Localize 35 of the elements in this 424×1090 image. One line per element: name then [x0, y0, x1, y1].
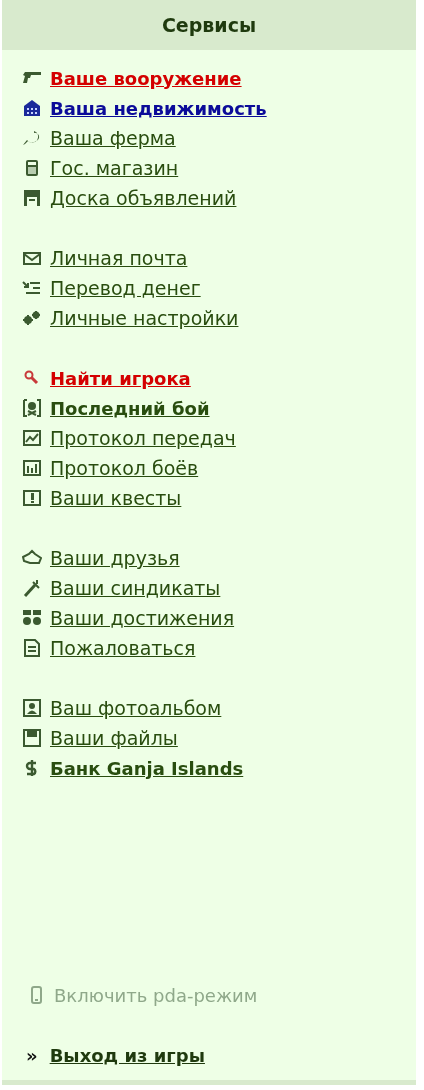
skull-icon [22, 399, 42, 417]
board-icon [22, 189, 42, 207]
menu-link[interactable]: Ваше вооружение [50, 67, 242, 89]
line-chart-icon [22, 429, 42, 447]
house-icon [22, 99, 42, 117]
menu-link[interactable]: Ваша ферма [50, 127, 176, 149]
menu-link[interactable]: Ваши квесты [50, 487, 182, 509]
transfer-icon [22, 279, 42, 297]
menu-link[interactable]: Ваш фотоальбом [50, 697, 222, 719]
menu-link[interactable]: Ваша недвижимость [50, 97, 267, 119]
dagger-icon [22, 579, 42, 597]
menu-link[interactable]: Пожаловаться [50, 637, 196, 659]
menu-link[interactable]: Ваши синдикаты [50, 577, 221, 599]
menu-link[interactable]: Банк Ganja Islands [50, 757, 244, 779]
menu-link[interactable]: Протокол передач [50, 427, 236, 449]
menu-link[interactable]: Найти игрока [50, 367, 191, 389]
menu-link[interactable]: Ваши файлы [50, 727, 178, 749]
chevron-marker: » [26, 1044, 38, 1066]
menu-link[interactable]: Гос. магазин [50, 157, 179, 179]
menu-link[interactable]: Личные настройки [50, 307, 239, 329]
envelope-icon [22, 249, 42, 267]
exclamation-icon [22, 489, 42, 507]
medals-icon [22, 609, 42, 627]
bar-chart-icon [22, 459, 42, 477]
menu-link[interactable]: Протокол боёв [50, 457, 199, 479]
menu-link[interactable]: Личная почта [50, 247, 188, 269]
menu-link[interactable]: Перевод денег [50, 277, 201, 299]
portrait-icon [22, 699, 42, 717]
menu-link[interactable]: Ваши достижения [50, 607, 235, 629]
exit-link[interactable]: Выход из игры [49, 1044, 205, 1066]
panel-title: Сервисы [161, 14, 257, 36]
menu-link[interactable]: Ваши друзья [50, 547, 180, 569]
menu-link[interactable]: Доска объявлений [50, 187, 237, 209]
menu-link[interactable]: Последний бой [50, 397, 210, 419]
document-icon [22, 639, 42, 657]
